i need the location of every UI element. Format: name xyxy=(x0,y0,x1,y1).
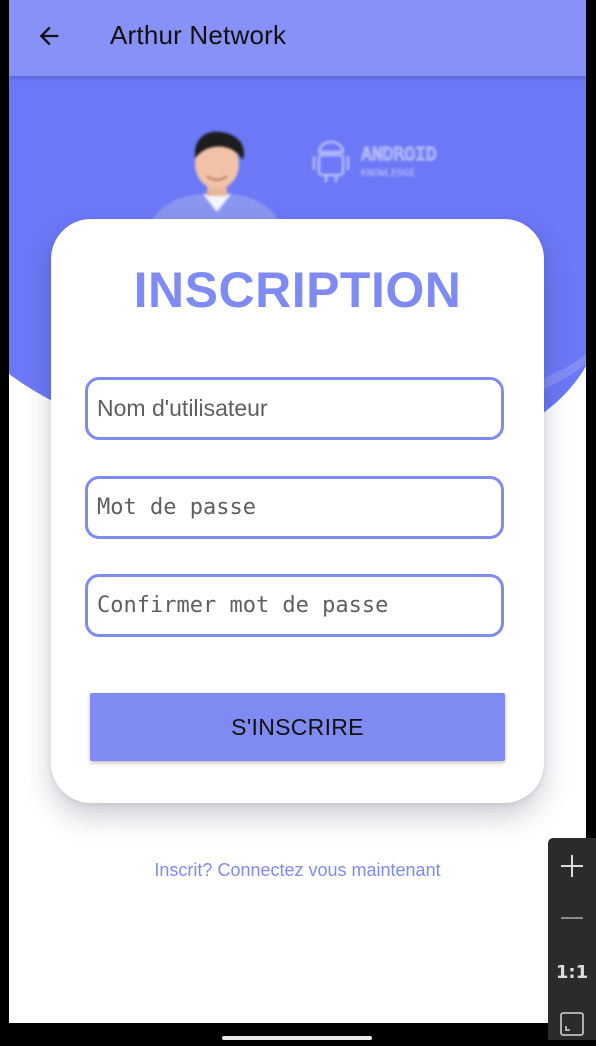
confirm-password-field[interactable] xyxy=(85,574,504,637)
signup-button[interactable]: S'INSCRIRE xyxy=(90,693,505,761)
zoom-controls: 1:1 xyxy=(548,838,596,1040)
app-screen: Arthur Network ANDROID KNOWLEDGE INSCRIP xyxy=(9,0,586,1023)
zoom-reset-button[interactable]: 1:1 xyxy=(548,950,596,994)
page-title: INSCRIPTION xyxy=(133,262,462,318)
arrow-left-icon xyxy=(39,26,59,46)
username-field[interactable] xyxy=(85,377,504,440)
app-bar: Arthur Network xyxy=(9,0,586,76)
fit-screen-icon xyxy=(560,1012,584,1036)
back-button[interactable] xyxy=(31,18,67,54)
signup-card: INSCRIPTION S'INSCRIRE xyxy=(51,219,544,803)
login-link[interactable]: Inscrit? Connectez vous maintenant xyxy=(9,860,586,881)
zoom-out-button[interactable] xyxy=(548,896,596,940)
minus-icon xyxy=(561,917,583,919)
logo-text-knowledge: KNOWLEDGE xyxy=(361,168,415,179)
avatar-illustration xyxy=(149,131,281,226)
password-field[interactable] xyxy=(85,476,504,539)
fit-screen-button[interactable] xyxy=(548,1002,596,1046)
logo-text-android: ANDROID xyxy=(361,144,437,165)
plus-icon xyxy=(561,855,583,877)
home-indicator[interactable] xyxy=(222,1036,372,1040)
app-title: Arthur Network xyxy=(110,20,287,50)
android-knowledge-logo: ANDROID KNOWLEDGE xyxy=(312,140,437,182)
zoom-in-button[interactable] xyxy=(548,844,596,888)
